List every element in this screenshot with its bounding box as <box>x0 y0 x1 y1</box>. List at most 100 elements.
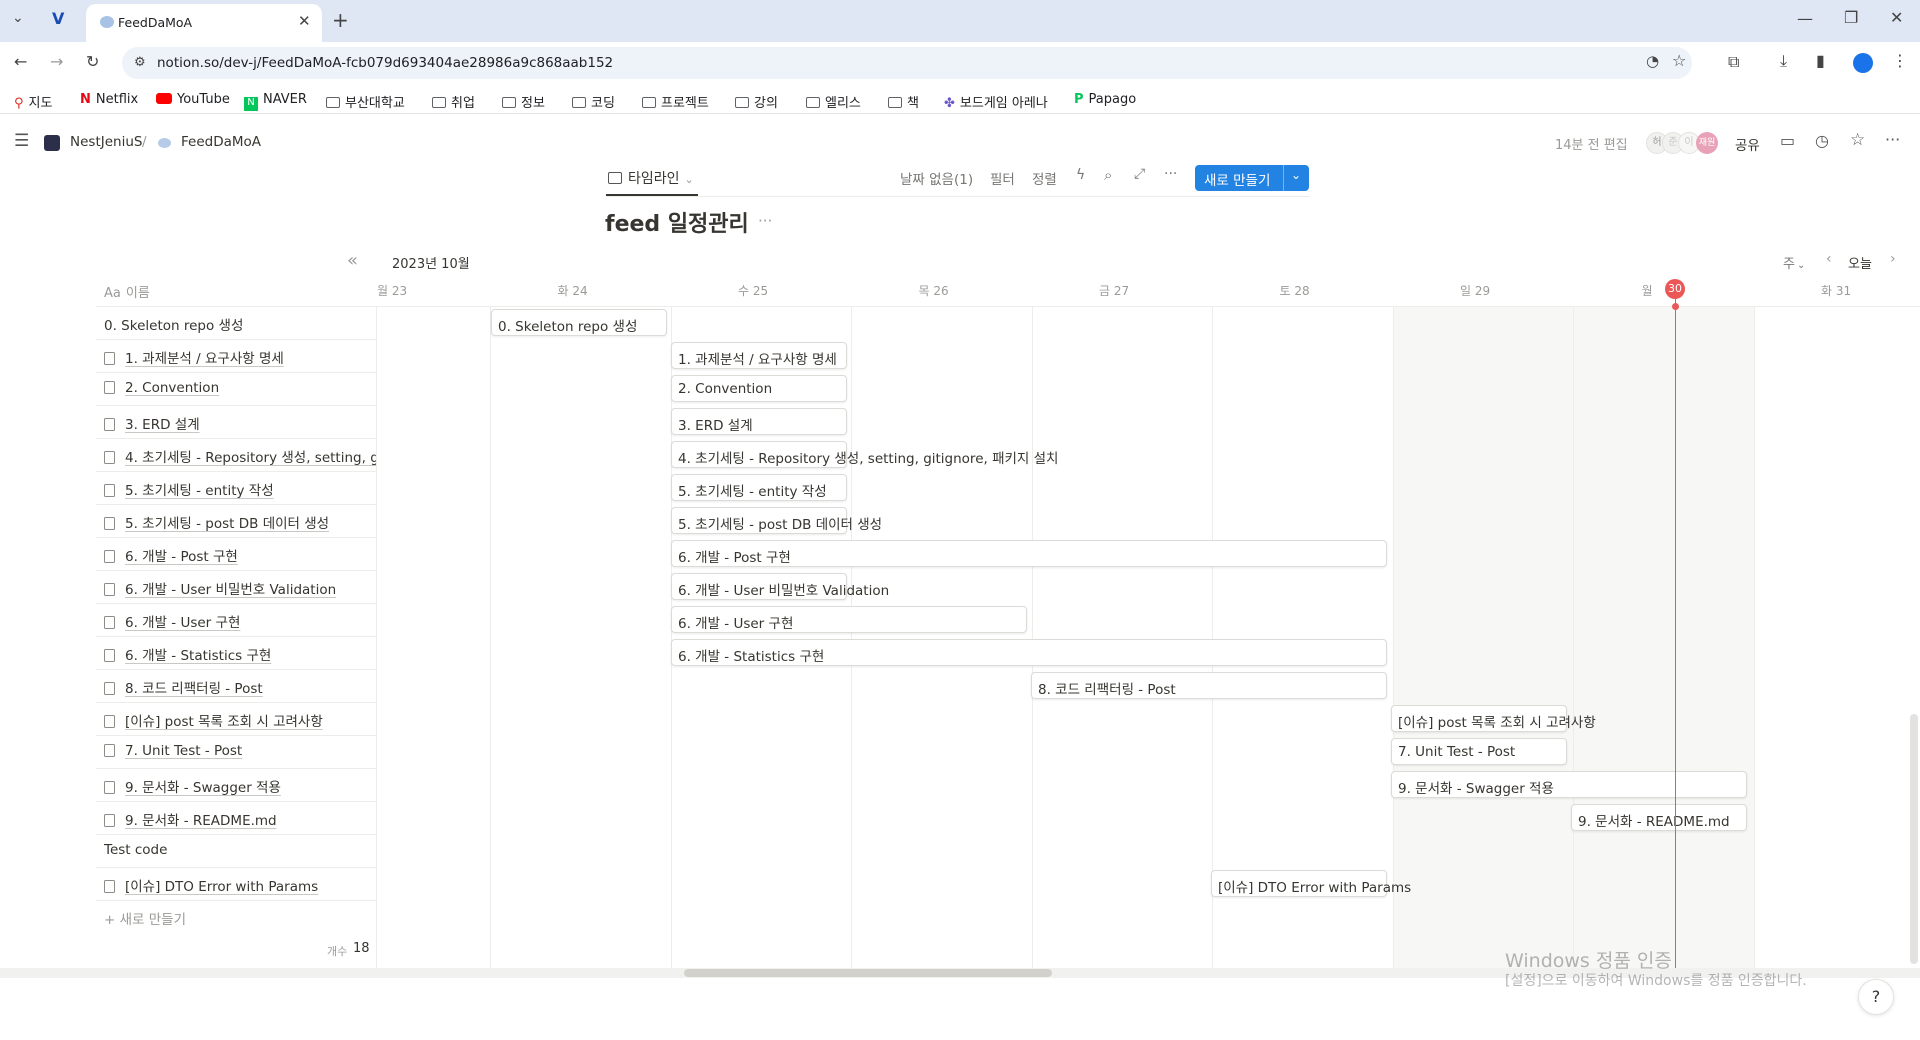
page-menu-icon[interactable]: ··· <box>1885 130 1900 149</box>
address-bar[interactable]: ⚙ notion.so/dev-j/FeedDaMoA-fcb079d69340… <box>122 47 1692 79</box>
extensions-icon[interactable]: ⧉ <box>1728 52 1739 72</box>
timeline-bar[interactable]: 5. 초기세팅 - post DB 데이터 생성 <box>671 507 882 534</box>
timeline-bar[interactable]: 6. 개발 - User 비밀번호 Validation <box>671 573 889 600</box>
table-row[interactable]: 2. Convention <box>104 380 376 396</box>
bookmark-folder-pnu[interactable]: 부산대학교 <box>326 92 405 111</box>
last-edited[interactable]: 14분 전 편집 <box>1555 134 1628 153</box>
bookmark-youtube[interactable]: YouTube <box>156 92 230 107</box>
bookmark-folder-book[interactable]: 책 <box>888 92 919 111</box>
no-date-button[interactable]: 날짜 없음(1) <box>900 168 973 188</box>
table-row[interactable]: 6. 개발 - User 비밀번호 Validation <box>104 578 376 598</box>
timeline-bar[interactable]: 0. Skeleton repo 생성 <box>491 309 667 336</box>
timeline-bar[interactable]: 4. 초기세팅 - Repository 생성, setting, gitign… <box>671 441 1058 468</box>
search-icon[interactable]: ⌕ <box>1104 166 1112 184</box>
bookmark-boardgame[interactable]: ✤ 보드게임 아레나 <box>944 92 1048 111</box>
timeline-bar[interactable]: 6. 개발 - Statistics 구현 <box>671 639 1387 666</box>
table-row[interactable]: 6. 개발 - Statistics 구현 <box>104 644 376 664</box>
new-tab-button[interactable]: + <box>332 8 349 32</box>
timeline-bar[interactable]: 7. Unit Test - Post <box>1391 738 1567 765</box>
expand-icon[interactable]: ⤢ <box>1134 166 1145 182</box>
bookmark-star-icon[interactable]: ☆ <box>1672 51 1686 70</box>
breadcrumb-workspace[interactable]: NestJeniuS <box>70 134 142 150</box>
table-row[interactable]: 6. 개발 - User 구현 <box>104 611 376 631</box>
scale-dropdown[interactable]: 주 ⌄ <box>1783 253 1805 272</box>
horizontal-scrollbar[interactable] <box>684 969 1052 977</box>
bookmark-folder-project[interactable]: 프로젝트 <box>642 92 709 111</box>
table-row[interactable]: 5. 초기세팅 - entity 작성 <box>104 479 376 499</box>
database-title[interactable]: feed 일정관리 <box>605 206 749 238</box>
vertical-scrollbar[interactable] <box>1910 714 1918 964</box>
add-new-row[interactable]: + 새로 만들기 <box>104 908 186 928</box>
table-row[interactable]: 7. Unit Test - Post <box>104 743 376 759</box>
prev-icon[interactable]: ‹ <box>1826 251 1832 267</box>
next-icon[interactable]: › <box>1890 251 1896 267</box>
bookmark-folder-info[interactable]: 정보 <box>502 92 545 111</box>
vivaldi-icon[interactable]: V <box>52 9 64 28</box>
timeline-bar[interactable]: 9. 문서화 - Swagger 적용 <box>1391 771 1747 798</box>
table-row[interactable]: 0. Skeleton repo 생성 <box>104 314 376 334</box>
sort-button[interactable]: 정렬 <box>1032 168 1057 188</box>
table-row[interactable]: 5. 초기세팅 - post DB 데이터 생성 <box>104 512 376 532</box>
filter-button[interactable]: 필터 <box>990 168 1015 188</box>
view-options-icon[interactable]: ··· <box>1164 166 1177 182</box>
downloads-icon[interactable]: ⤓ <box>1780 51 1787 71</box>
timeline-bar[interactable]: 9. 문서화 - README.md <box>1571 804 1747 831</box>
minimize-icon[interactable]: — <box>1797 9 1813 28</box>
name-column-header[interactable]: Aa 이름 <box>104 282 150 301</box>
close-window-icon[interactable]: ✕ <box>1890 8 1903 27</box>
bookmark-folder-elice[interactable]: 엘리스 <box>806 92 861 111</box>
timeline-bar[interactable]: 6. 개발 - User 구현 <box>671 606 1027 633</box>
automation-icon[interactable]: ϟ <box>1076 167 1085 183</box>
browser-menu-icon[interactable]: ⋮ <box>1892 51 1908 70</box>
performance-icon[interactable]: ◔ <box>1646 52 1659 70</box>
new-button[interactable]: 새로 만들기 ⌄ <box>1195 165 1309 191</box>
collapse-table-icon[interactable]: « <box>347 250 358 271</box>
help-button[interactable]: ? <box>1858 979 1894 1015</box>
timeline-bar[interactable]: 6. 개발 - Post 구현 <box>671 540 1387 567</box>
title-more-icon[interactable]: ··· <box>758 212 772 230</box>
table-row[interactable]: 1. 과제분석 / 요구사항 명세 <box>104 347 376 367</box>
today-badge[interactable]: 30 <box>1665 279 1685 299</box>
table-row[interactable]: Test code <box>104 842 376 858</box>
favorite-star-icon[interactable]: ☆ <box>1850 130 1865 150</box>
table-row[interactable]: 9. 문서화 - README.md <box>104 809 376 829</box>
side-panel-icon[interactable]: ▮ <box>1816 51 1825 70</box>
avatar[interactable]: 재원 <box>1696 132 1718 154</box>
back-icon[interactable]: ← <box>14 52 27 71</box>
timeline-bar[interactable]: 1. 과제분석 / 요구사항 명세 <box>671 342 847 369</box>
table-row[interactable]: 9. 문서화 - Swagger 적용 <box>104 776 376 796</box>
bookmark-netflix[interactable]: N Netflix <box>80 92 138 107</box>
breadcrumb-page[interactable]: FeedDaMoA <box>181 134 261 150</box>
chevron-down-icon[interactable]: ⌄ <box>1291 168 1301 182</box>
bookmark-naver[interactable]: N NAVER <box>244 92 307 111</box>
today-button[interactable]: 오늘 <box>1848 253 1872 272</box>
timeline-bar[interactable]: 8. 코드 리팩터링 - Post <box>1031 672 1387 699</box>
active-tab[interactable]: FeedDaMoA ✕ <box>86 4 322 42</box>
site-info-icon[interactable]: ⚙ <box>134 55 146 70</box>
history-icon[interactable]: ◷ <box>1815 131 1829 150</box>
forward-icon[interactable]: → <box>50 52 63 71</box>
table-row[interactable]: 8. 코드 리팩터링 - Post <box>104 677 376 697</box>
tab-search-icon[interactable]: ⌄ <box>12 10 24 26</box>
view-tab[interactable]: 타임라인 ⌄ <box>608 168 694 188</box>
timeline-bar[interactable]: 3. ERD 설계 <box>671 408 847 435</box>
bookmark-papago[interactable]: P Papago <box>1074 92 1136 107</box>
comments-icon[interactable]: ▭ <box>1780 131 1795 150</box>
table-row[interactable]: 6. 개발 - Post 구현 <box>104 545 376 565</box>
bookmark-folder-coding[interactable]: 코딩 <box>572 92 615 111</box>
table-row[interactable]: [이슈] DTO Error with Params <box>104 875 376 895</box>
sidebar-toggle-icon[interactable]: ☰ <box>14 131 29 151</box>
reload-icon[interactable]: ↻ <box>86 52 99 71</box>
share-button[interactable]: 공유 <box>1735 134 1760 154</box>
close-tab-icon[interactable]: ✕ <box>298 12 311 30</box>
table-row[interactable]: 4. 초기세팅 - Repository 생성, setting, g <box>104 446 376 466</box>
restore-icon[interactable]: ❐ <box>1844 8 1858 27</box>
table-row[interactable]: [이슈] post 목록 조회 시 고려사항 <box>104 710 376 730</box>
timeline-bar[interactable]: 5. 초기세팅 - entity 작성 <box>671 474 847 501</box>
bookmark-folder-job[interactable]: 취업 <box>432 92 475 111</box>
profile-avatar[interactable] <box>1853 53 1873 73</box>
bookmark-folder-lecture[interactable]: 강의 <box>735 92 778 111</box>
table-row[interactable]: 3. ERD 설계 <box>104 413 376 433</box>
timeline-bar[interactable]: 2. Convention <box>671 375 847 402</box>
timeline-bar[interactable]: [이슈] post 목록 조회 시 고려사항 <box>1391 705 1596 732</box>
